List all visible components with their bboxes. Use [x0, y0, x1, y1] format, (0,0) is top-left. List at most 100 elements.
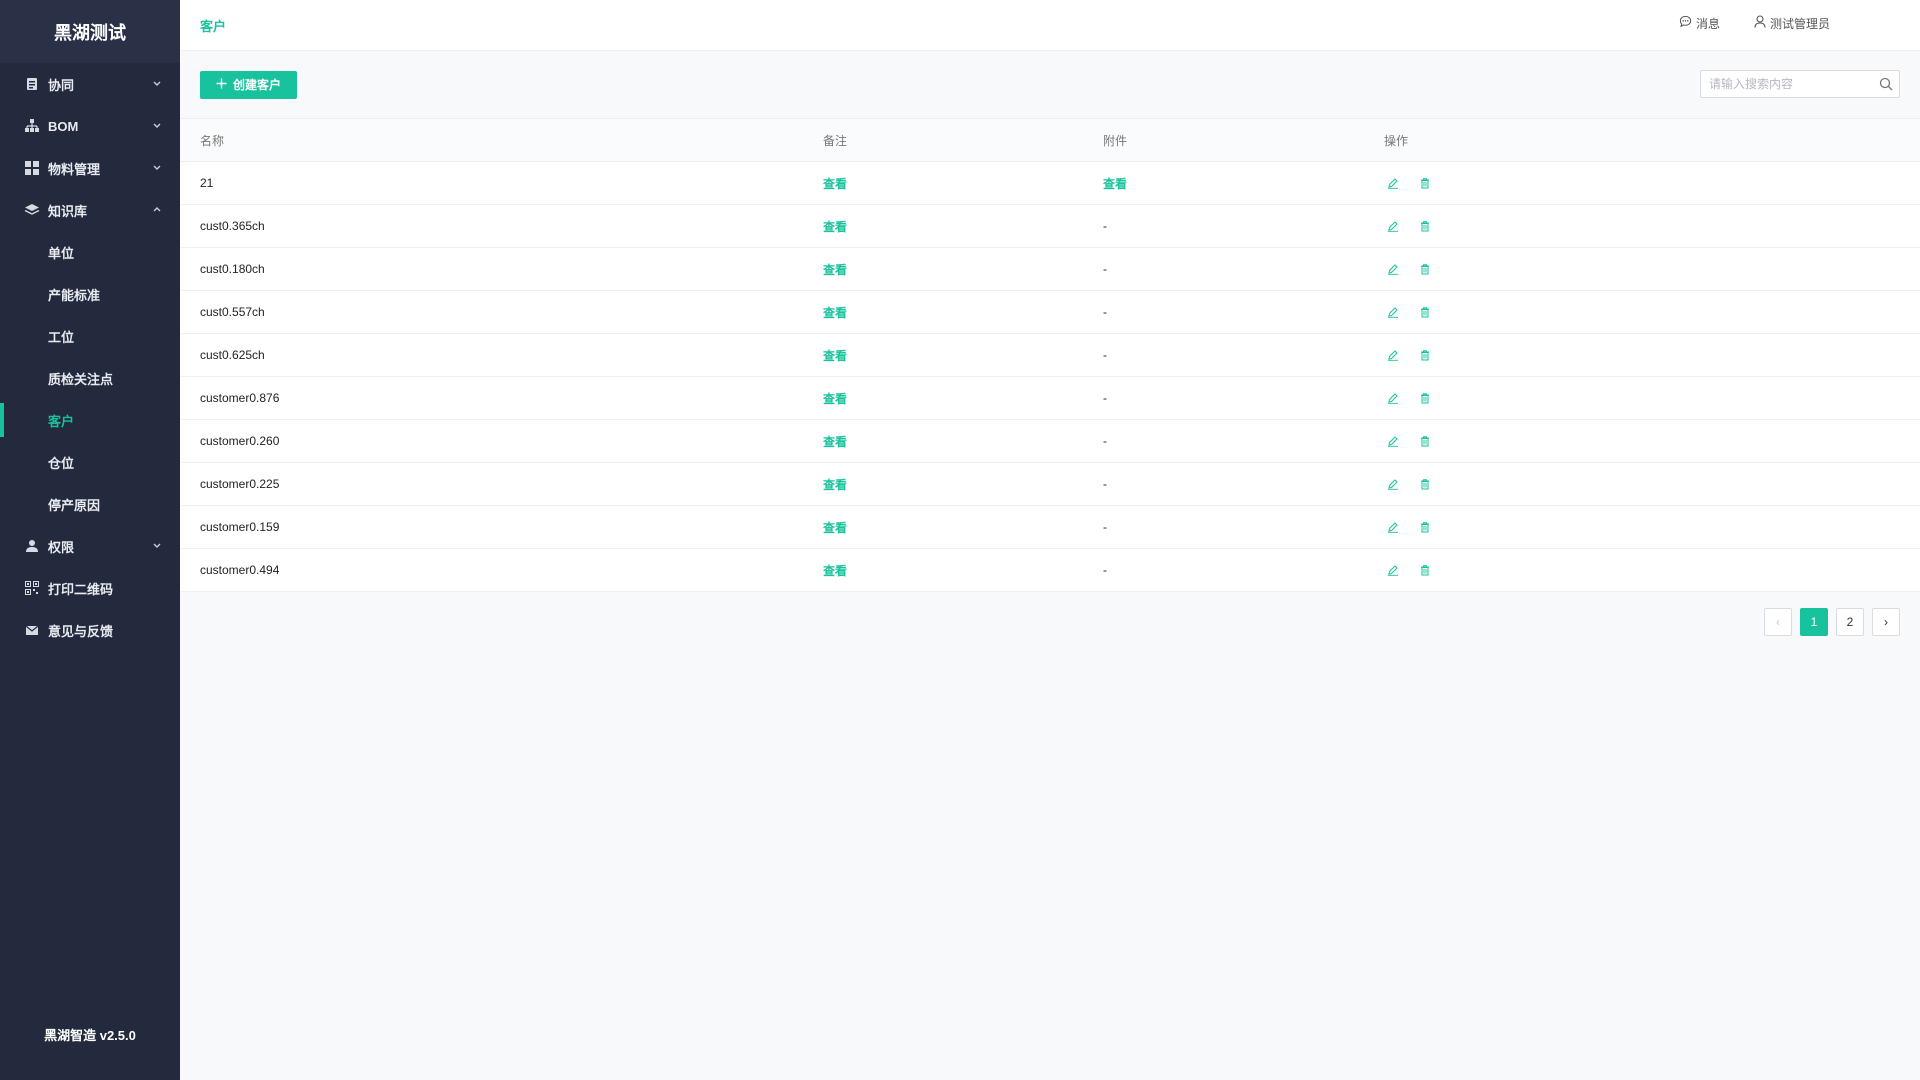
- sidebar-item-label: 协同: [48, 77, 75, 93]
- cell-note: 查看: [823, 506, 1103, 549]
- app-version: 黑湖智造 v2.5.0: [44, 1028, 136, 1043]
- chevron-down-icon: [152, 539, 162, 554]
- note-view-link[interactable]: 查看: [823, 392, 847, 406]
- sidebar-item-label: 知识库: [48, 203, 88, 219]
- table-row: cust0.557ch 查看 -: [180, 291, 1920, 334]
- message-icon: [1679, 15, 1692, 31]
- chevron-up-icon: [152, 203, 162, 218]
- attachment-empty: -: [1103, 348, 1107, 362]
- delete-icon[interactable]: [1416, 475, 1434, 493]
- plus-icon: [216, 78, 227, 92]
- edit-icon[interactable]: [1384, 475, 1402, 493]
- pagination-page-2[interactable]: 2: [1836, 608, 1864, 636]
- create-customer-button[interactable]: 创建客户: [200, 70, 298, 99]
- table-row: customer0.260 查看 -: [180, 420, 1920, 463]
- note-view-link[interactable]: 查看: [823, 521, 847, 535]
- note-view-link[interactable]: 查看: [823, 263, 847, 277]
- edit-icon[interactable]: [1384, 174, 1402, 192]
- note-view-link[interactable]: 查看: [823, 220, 847, 234]
- sidebar-item-materials[interactable]: 物料管理: [0, 147, 180, 189]
- delete-icon[interactable]: [1416, 346, 1434, 364]
- sidebar-item-customer[interactable]: 客户: [0, 399, 180, 441]
- table-row: cust0.180ch 查看 -: [180, 248, 1920, 291]
- attachment-empty: -: [1103, 477, 1107, 491]
- sidebar-item-feedback[interactable]: 意见与反馈: [0, 609, 180, 651]
- attachment-view-link[interactable]: 查看: [1103, 177, 1127, 191]
- sidebar-item-collab[interactable]: 协同: [0, 63, 180, 105]
- grid-icon: [24, 160, 40, 176]
- sidebar-item-storage[interactable]: 仓位: [0, 441, 180, 483]
- cell-note: 查看: [823, 549, 1103, 592]
- row-actions: [1384, 217, 1920, 235]
- cell-attachment: 查看: [1103, 162, 1384, 205]
- user-menu[interactable]: 测试管理员: [1754, 15, 1830, 32]
- cell-note: 查看: [823, 205, 1103, 248]
- delete-icon[interactable]: [1416, 518, 1434, 536]
- delete-icon[interactable]: [1416, 260, 1434, 278]
- top-right-actions: 消息 测试管理员: [1679, 0, 1830, 46]
- table-row: customer0.876 查看 -: [180, 377, 1920, 420]
- cell-name: customer0.876: [200, 391, 280, 405]
- cell-name: customer0.225: [200, 477, 280, 491]
- edit-icon[interactable]: [1384, 303, 1402, 321]
- note-view-link[interactable]: 查看: [823, 435, 847, 449]
- mail-icon: [24, 622, 40, 638]
- note-view-link[interactable]: 查看: [823, 478, 847, 492]
- sidebar-item-downtime-reason[interactable]: 停产原因: [0, 483, 180, 525]
- edit-icon[interactable]: [1384, 217, 1402, 235]
- search-input[interactable]: [1701, 71, 1871, 97]
- cell-actions: [1384, 549, 1920, 592]
- note-view-link[interactable]: 查看: [823, 564, 847, 578]
- delete-icon[interactable]: [1416, 432, 1434, 450]
- table-row: customer0.494 查看 -: [180, 549, 1920, 592]
- cell-name: 21: [200, 176, 214, 190]
- cell-attachment: -: [1103, 420, 1384, 463]
- delete-icon[interactable]: [1416, 217, 1434, 235]
- edit-icon[interactable]: [1384, 260, 1402, 278]
- table-row: customer0.159 查看 -: [180, 506, 1920, 549]
- row-actions: [1384, 346, 1920, 364]
- cell-note: 查看: [823, 377, 1103, 420]
- edit-icon[interactable]: [1384, 389, 1402, 407]
- delete-icon[interactable]: [1416, 174, 1434, 192]
- edit-icon[interactable]: [1384, 518, 1402, 536]
- delete-icon[interactable]: [1416, 303, 1434, 321]
- sidebar-item-label: BOM: [48, 118, 79, 134]
- edit-icon[interactable]: [1384, 346, 1402, 364]
- pagination-next-button[interactable]: ›: [1872, 608, 1900, 636]
- sidebar-item-bom[interactable]: BOM: [0, 105, 180, 147]
- search-icon[interactable]: [1879, 77, 1893, 94]
- note-view-link[interactable]: 查看: [823, 306, 847, 320]
- sidebar-item-unit[interactable]: 单位: [0, 231, 180, 273]
- sidebar-item-permissions[interactable]: 权限: [0, 525, 180, 567]
- cell-actions: [1384, 334, 1920, 377]
- table-row: customer0.225 查看 -: [180, 463, 1920, 506]
- messages-link[interactable]: 消息: [1679, 15, 1720, 32]
- cell-actions: [1384, 420, 1920, 463]
- column-header-note: 备注: [823, 133, 848, 148]
- sidebar-menu: 协同 BOM 物料管理 知识库 单位 产能标准 工位 质检关注点 客户 仓位 停…: [0, 63, 180, 651]
- delete-icon[interactable]: [1416, 389, 1434, 407]
- sidebar-item-qc-points[interactable]: 质检关注点: [0, 357, 180, 399]
- column-header-actions: 操作: [1384, 133, 1409, 148]
- cell-attachment: -: [1103, 291, 1384, 334]
- pagination-page-1[interactable]: 1: [1800, 608, 1828, 636]
- sidebar-item-knowledge[interactable]: 知识库: [0, 189, 180, 231]
- note-view-link[interactable]: 查看: [823, 177, 847, 191]
- sidebar-item-print-qrcode[interactable]: 打印二维码: [0, 567, 180, 609]
- sidebar-item-capacity-standard[interactable]: 产能标准: [0, 273, 180, 315]
- pagination-prev-button[interactable]: ‹: [1764, 608, 1792, 636]
- edit-icon[interactable]: [1384, 561, 1402, 579]
- cell-name: customer0.159: [200, 520, 280, 534]
- table-row: 21 查看 查看: [180, 162, 1920, 205]
- chevron-down-icon: [152, 161, 162, 176]
- row-actions: [1384, 432, 1920, 450]
- cell-attachment: -: [1103, 377, 1384, 420]
- row-actions: [1384, 389, 1920, 407]
- column-header-name: 名称: [200, 133, 225, 148]
- sidebar-item-workstation[interactable]: 工位: [0, 315, 180, 357]
- edit-icon[interactable]: [1384, 432, 1402, 450]
- table-body: 21 查看 查看 cust0.365ch 查看 - cust0.180ch 查看 - cust0.…: [180, 162, 1920, 592]
- delete-icon[interactable]: [1416, 561, 1434, 579]
- note-view-link[interactable]: 查看: [823, 349, 847, 363]
